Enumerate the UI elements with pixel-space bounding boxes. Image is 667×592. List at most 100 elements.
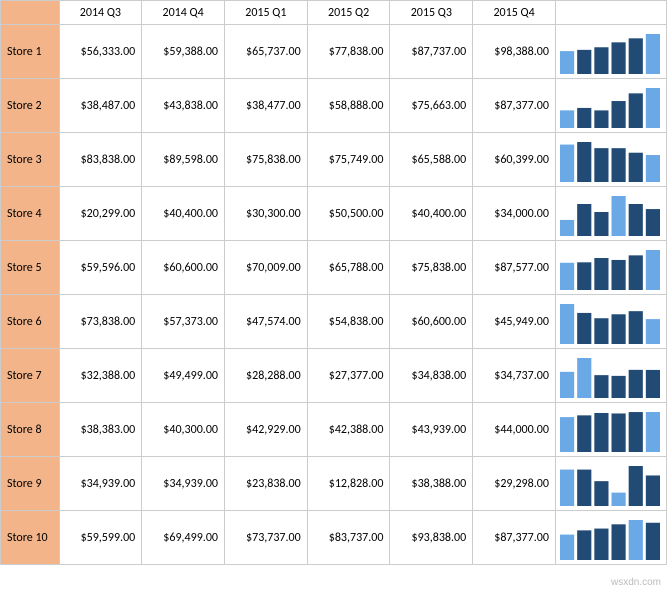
value-cell: $93,838.00 <box>390 511 473 565</box>
value-cell: $70,009.00 <box>224 241 307 295</box>
table-row: Store 6$73,838.00$57,373.00$47,574.00$54… <box>1 295 667 349</box>
table-row: Store 10$59,599.00$69,499.00$73,737.00$8… <box>1 511 667 565</box>
sparkline-bar <box>560 371 574 397</box>
sparkline-bar <box>577 49 591 73</box>
sparkline-bar <box>594 375 608 398</box>
sparkline-bar <box>611 148 625 182</box>
sparkline-bar <box>577 262 591 290</box>
table-body: Store 1$56,333.00$59,388.00$65,737.00$77… <box>1 25 667 565</box>
sparkline-bar <box>594 258 608 290</box>
value-cell: $34,838.00 <box>390 349 473 403</box>
sparkline-bar <box>629 152 643 181</box>
sparkline-bar <box>611 413 625 452</box>
table-row: Store 7$32,388.00$49,499.00$28,288.00$27… <box>1 349 667 403</box>
row-header: Store 5 <box>1 241 60 295</box>
sparkline-bar <box>594 47 608 74</box>
table-row: Store 1$56,333.00$59,388.00$65,737.00$77… <box>1 25 667 79</box>
sparkline-chart <box>560 462 660 506</box>
sparkline-chart <box>560 138 660 182</box>
row-header: Store 9 <box>1 457 60 511</box>
sparkline-bar <box>629 38 643 74</box>
sparkline-bar <box>577 415 591 452</box>
sparkline-chart <box>560 192 660 236</box>
sparkline-chart <box>560 354 660 398</box>
sparkline-bar <box>577 469 591 505</box>
value-cell: $40,400.00 <box>142 187 225 241</box>
value-cell: $83,838.00 <box>59 133 142 187</box>
column-header: 2015 Q1 <box>224 1 307 25</box>
sparkline-bar <box>594 528 608 559</box>
value-cell: $59,388.00 <box>142 25 225 79</box>
sparkline-bar <box>611 259 625 289</box>
sparkline-bar <box>629 369 643 397</box>
sparkline-bar <box>611 196 625 236</box>
sparkline-cell <box>555 79 666 133</box>
table-row: Store 5$59,596.00$60,600.00$70,009.00$65… <box>1 241 667 295</box>
sparkline-bar <box>560 110 574 128</box>
sparkline-cell <box>555 295 666 349</box>
row-header: Store 2 <box>1 79 60 133</box>
sparkline-bar <box>646 319 660 344</box>
value-cell: $49,499.00 <box>142 349 225 403</box>
table-row: Store 9$34,939.00$34,939.00$23,838.00$12… <box>1 457 667 511</box>
value-cell: $34,939.00 <box>59 457 142 511</box>
value-cell: $60,399.00 <box>473 133 556 187</box>
value-cell: $77,838.00 <box>307 25 390 79</box>
sparkline-cell <box>555 133 666 187</box>
column-header: 2015 Q2 <box>307 1 390 25</box>
value-cell: $42,929.00 <box>224 403 307 457</box>
sparkline-bar <box>560 304 574 344</box>
sparkline-chart <box>560 300 660 344</box>
sparkline-cell <box>555 457 666 511</box>
sparkline-bar <box>646 155 660 182</box>
table-row: Store 4$20,299.00$40,400.00$30,300.00$50… <box>1 187 667 241</box>
sparkline-cell <box>555 187 666 241</box>
column-header: 2014 Q4 <box>142 1 225 25</box>
sparkline-bar <box>594 318 608 344</box>
sparkline-bar <box>646 475 660 506</box>
value-cell: $27,377.00 <box>307 349 390 403</box>
sparkline-bar <box>577 142 591 182</box>
header-row: 2014 Q32014 Q42015 Q12015 Q22015 Q32015 … <box>1 1 667 25</box>
value-cell: $34,737.00 <box>473 349 556 403</box>
value-cell: $89,598.00 <box>142 133 225 187</box>
sparkline-bar <box>629 311 643 344</box>
value-cell: $58,888.00 <box>307 79 390 133</box>
table-row: Store 2$38,487.00$43,838.00$38,477.00$58… <box>1 79 667 133</box>
sparkline-bar <box>560 262 574 289</box>
sparkline-bar <box>611 314 625 344</box>
value-cell: $47,574.00 <box>224 295 307 349</box>
value-cell: $65,588.00 <box>390 133 473 187</box>
sparkline-header <box>555 1 666 25</box>
corner-cell <box>1 1 60 25</box>
table-row: Store 3$83,838.00$89,598.00$75,838.00$75… <box>1 133 667 187</box>
sparkline-bar <box>646 522 660 559</box>
sparkline-bar <box>577 358 591 398</box>
value-cell: $43,939.00 <box>390 403 473 457</box>
sparkline-bar <box>629 255 643 290</box>
sparkline-bar <box>594 212 608 236</box>
value-cell: $75,749.00 <box>307 133 390 187</box>
row-header: Store 7 <box>1 349 60 403</box>
value-cell: $98,388.00 <box>473 25 556 79</box>
value-cell: $29,298.00 <box>473 457 556 511</box>
sparkline-chart <box>560 30 660 74</box>
watermark: wsxdn.com <box>611 577 661 588</box>
value-cell: $87,377.00 <box>473 79 556 133</box>
sparkline-bar <box>577 530 591 560</box>
value-cell: $34,000.00 <box>473 187 556 241</box>
sparkline-bar <box>594 110 608 128</box>
sparkline-bar <box>629 520 643 560</box>
sparkline-chart <box>560 516 660 560</box>
value-cell: $57,373.00 <box>142 295 225 349</box>
sparkline-bar <box>560 417 574 452</box>
sparkline-bar <box>560 219 574 235</box>
sparkline-cell <box>555 349 666 403</box>
value-cell: $34,939.00 <box>142 457 225 511</box>
sparkline-bar <box>611 101 625 128</box>
value-cell: $60,600.00 <box>142 241 225 295</box>
sparkline-bar <box>560 534 574 559</box>
sparkline-chart <box>560 246 660 290</box>
value-cell: $65,737.00 <box>224 25 307 79</box>
sparkline-bar <box>611 42 625 74</box>
